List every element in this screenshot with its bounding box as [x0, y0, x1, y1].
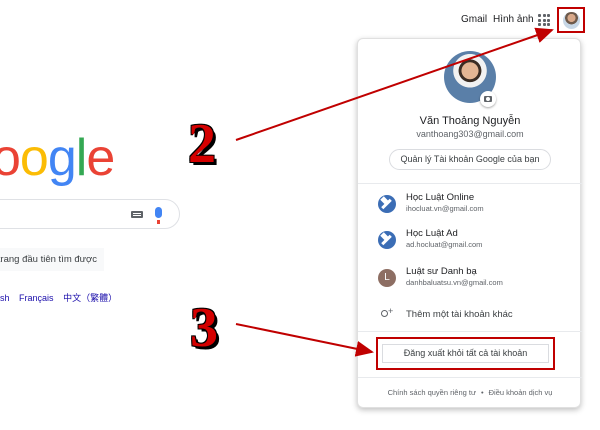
account-email: ihocluat.vn@gmail.com — [406, 204, 484, 213]
google-logo: oogle — [0, 129, 115, 187]
account-name: Luật sư Danh bạ — [406, 266, 477, 277]
manage-account-button[interactable]: Quản lý Tài khoản Google của bạn — [389, 149, 551, 170]
microphone-icon[interactable] — [155, 207, 162, 224]
account-email: ad.hocluat@gmail.com — [406, 240, 483, 249]
account-panel: Văn Thoảng Nguyễn vanthoang303@gmail.com… — [357, 38, 582, 408]
hammer-icon — [378, 195, 396, 213]
top-bar: Gmail Hình ảnh — [0, 0, 600, 40]
step-2-label: 2 — [188, 113, 216, 175]
camera-icon[interactable] — [480, 91, 496, 107]
panel-footer: Chính sách quyền riêng tư • Điều khoản dịc… — [358, 388, 582, 397]
account-item-hocluat-ad[interactable]: Học Luật Ad ad.hocluat@gmail.com — [378, 227, 578, 253]
add-person-icon — [380, 306, 394, 321]
divider — [358, 377, 582, 378]
user-email: vanthoang303@gmail.com — [416, 129, 524, 139]
account-name: Học Luật Ad — [406, 228, 458, 239]
gmail-link[interactable]: Gmail — [461, 14, 487, 25]
divider — [358, 331, 582, 332]
keyboard-icon[interactable] — [131, 211, 143, 218]
images-link[interactable]: Hình ảnh — [493, 14, 534, 25]
search-input[interactable] — [0, 199, 180, 229]
account-name: Học Luật Online — [406, 192, 475, 203]
language-links: sh Français 中文（繁體） — [0, 291, 124, 304]
sign-out-all-button[interactable]: Đăng xuất khỏi tất cả tài khoản — [382, 344, 549, 363]
add-account-label: Thêm một tài khoản khác — [406, 309, 513, 320]
language-link[interactable]: 中文（繁體） — [63, 293, 117, 303]
language-link[interactable]: sh — [0, 293, 10, 303]
footer-separator: • — [480, 388, 484, 397]
account-email: danhbaluatsu.vn@gmail.com — [406, 278, 503, 287]
user-name: Văn Thoảng Nguyễn — [419, 115, 521, 127]
user-avatar-icon[interactable] — [563, 12, 580, 29]
terms-link[interactable]: Điều khoản dịch vụ — [489, 388, 553, 397]
hammer-icon — [378, 231, 396, 249]
account-item-luatsu-danhba[interactable]: L Luật sư Danh bạ danhbaluatsu.vn@gmail.… — [378, 265, 578, 291]
account-item-hocluat-online[interactable]: Học Luật Online ihocluat.vn@gmail.com — [378, 191, 578, 217]
lucky-button[interactable]: trang đầu tiên tìm được — [0, 248, 104, 271]
language-link[interactable]: Français — [19, 293, 54, 303]
step-3-label: 3 — [190, 297, 218, 359]
avatar-highlight-box — [557, 7, 585, 33]
add-account-button[interactable]: Thêm một tài khoản khác — [380, 306, 570, 323]
privacy-link[interactable]: Chính sách quyền riêng tư — [388, 388, 476, 397]
letter-avatar-icon: L — [378, 269, 396, 287]
signout-highlight-box: Đăng xuất khỏi tất cả tài khoản — [376, 337, 555, 370]
arrow-to-signout — [235, 323, 374, 357]
apps-grid-icon[interactable] — [538, 14, 550, 26]
divider — [358, 183, 582, 184]
